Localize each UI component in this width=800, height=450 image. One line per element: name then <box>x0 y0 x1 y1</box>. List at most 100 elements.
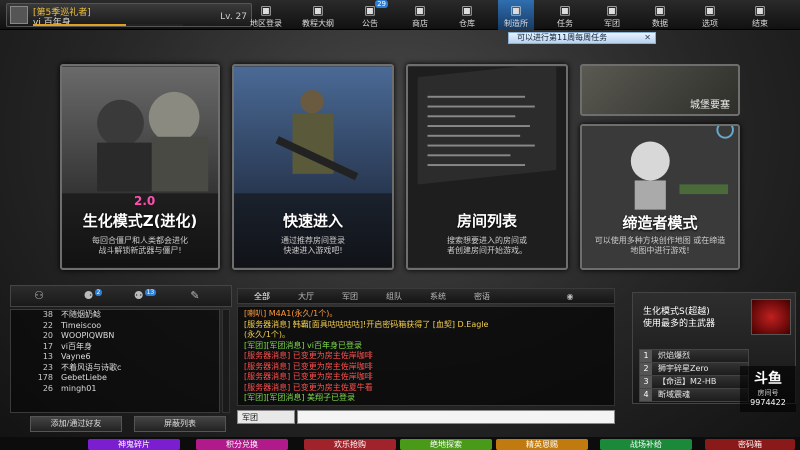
friends-list[interactable]: 38 不随烟奶鲶 22 Timeiscoo 20 WOOPIQWBN 17 vi百年身 13 Va… <box>10 309 220 413</box>
card-zombie-mode[interactable]: 2.0 生化模式Z(进化) 每回合僵尸和人类都会进化 战斗解锁新武器与僵尸! <box>60 64 220 270</box>
douyu-room-label: 房间号 <box>757 389 779 397</box>
friends-scrollbar[interactable] <box>222 309 230 413</box>
card-creator-mode[interactable]: 缔造者模式 可以使用多种方块创作地图 或在缔造地图中进行游戏! <box>580 124 740 270</box>
chat-line: [服务器消息] 已变更为房主佐岸咖啡 <box>244 351 373 360</box>
profile-panel[interactable]: [第5季巡礼者] vi 百年身 Lv. 27 <box>6 3 252 28</box>
weapon-rank-row[interactable]: 2 狮宇碎星Zero <box>639 362 749 376</box>
friend-row[interactable]: 17 vi百年身 <box>11 342 219 353</box>
nav-map[interactable]: ▣ 地区登录 <box>248 0 284 30</box>
chat-tabs: 全部 大厅 军团 组队 系统 密语 ◉ <box>237 288 615 304</box>
nav-label: 地区登录 <box>250 19 282 28</box>
player-level: Lv. 27 <box>220 12 247 22</box>
nav-warehouse[interactable]: ▣ 仓库 <box>449 0 485 30</box>
friend-level: 20 <box>42 331 53 340</box>
weapon-rank-row[interactable]: 4 断域震魂 <box>639 388 749 402</box>
tab-edit[interactable]: ✎ <box>173 289 217 305</box>
nav-label: 结束 <box>752 19 768 28</box>
chat-tab[interactable]: 密语 <box>462 290 502 304</box>
nav-megaphone[interactable]: ▣ 公告 29 <box>352 0 388 30</box>
friend-level: 38 <box>42 310 53 319</box>
weapon-rank: 3 <box>640 376 652 388</box>
task-notification[interactable]: 可以进行第11周每周任务 ✕ <box>508 32 656 44</box>
bottom-button[interactable]: 战场补给 <box>600 439 692 450</box>
friend-row[interactable]: 38 不随烟奶鲶 <box>11 310 219 321</box>
task-notification-text: 可以进行第11周每周任务 <box>517 33 608 42</box>
tab-friend-list[interactable]: ⚇ <box>17 289 61 305</box>
power-icon: ▣ <box>754 3 766 17</box>
map-card-title: 城堡要塞 <box>690 100 730 111</box>
edit-icon: ✎ <box>190 289 200 302</box>
chat-line: [军团][军团消息] 美翔子已登录 <box>244 393 356 402</box>
block-list-button[interactable]: 屏蔽列表 <box>134 416 226 432</box>
friend-name: GebetLiebe <box>61 373 107 382</box>
close-icon[interactable]: ✕ <box>644 33 651 43</box>
weapon-rank-row[interactable]: 1 炽焰爆烈 <box>639 349 749 363</box>
warehouse-icon: ▣ <box>461 3 473 17</box>
bottom-button[interactable]: 神鬼碎片 <box>88 439 180 450</box>
douyu-logo: 斗鱼 <box>754 371 782 387</box>
card-desc: 通过推荐房间登录 快速进入游戏吧! <box>281 236 345 255</box>
nav-label: 公告 <box>362 19 378 28</box>
nav-power[interactable]: ▣ 结束 <box>742 0 778 30</box>
friend-row[interactable]: 178 GebetLiebe <box>11 373 219 384</box>
nav-chart[interactable]: ▣ 数据 <box>642 0 678 30</box>
friend-row[interactable]: 22 Timeiscoo <box>11 321 219 332</box>
chat-line: [服务器消息] 韩霸[面具咕咕咕咕]!开启密码箱获得了 [血契] D.Eagle <box>244 319 489 329</box>
bottom-button[interactable]: 密码箱 <box>705 439 795 450</box>
friend-row[interactable]: 13 Vayne6 <box>11 352 219 363</box>
friend-row[interactable]: 26 mingh01 <box>11 384 219 395</box>
friend-name: Timeiscoo <box>61 320 102 330</box>
chat-tab[interactable]: 大厅 <box>286 290 326 304</box>
chat-panel: 全部 大厅 军团 组队 系统 密语 ◉ [喇叭] M4A1(永久/1个)。 [服务器消息] 韩… <box>237 288 615 436</box>
chat-line: [军团][军团消息] vi百年身已登录 <box>244 340 362 350</box>
flag-icon: ▣ <box>606 3 618 17</box>
nav-car[interactable]: ▣ 制造所 <box>498 0 534 30</box>
chat-line: [服务器消息] 已变更为房主佐岸咖啡 <box>244 361 373 371</box>
nav-task[interactable]: ▣ 任务 <box>547 0 583 30</box>
card-title: 房间列表 <box>456 212 517 230</box>
weapon-rank-row[interactable]: 3 【命运】M2-HB <box>639 375 749 389</box>
chat-tab[interactable]: 系统 <box>418 290 458 304</box>
card-room-list[interactable]: 房间列表 搜索想要进入的房间或 者创建房间开始游戏。 <box>406 64 568 270</box>
bottom-button[interactable]: 绝地探索 <box>400 439 492 450</box>
tab-friends[interactable]: ⚈ 2 <box>71 289 115 305</box>
avatar[interactable] <box>10 6 28 24</box>
clan-badge: 13 <box>144 289 157 296</box>
friend-name: 不着风语与诗歌c <box>61 362 122 372</box>
bottom-button[interactable]: 积分兑换 <box>196 439 288 450</box>
weapon-rank: 1 <box>640 350 652 362</box>
friend-name: Vayne6 <box>61 352 91 361</box>
chat-tab[interactable]: 军团 <box>330 290 370 304</box>
friend-name: mingh01 <box>61 383 97 393</box>
friend-level: 22 <box>42 320 53 330</box>
nav-label: 任务 <box>557 19 573 28</box>
nav-flag[interactable]: ▣ 军团 <box>594 0 630 30</box>
friend-row[interactable]: 23 不着风语与诗歌c <box>11 363 219 374</box>
bottom-button[interactable]: 精英恩赐 <box>496 439 588 450</box>
add-friend-button[interactable]: 添加/通过好友 <box>30 416 122 432</box>
signal-icon[interactable]: ◉ <box>550 290 590 304</box>
douyu-room-id: 9974422 <box>750 398 786 407</box>
tab-clan[interactable]: ⚉ 13 <box>123 289 167 305</box>
chat-tab[interactable]: 组队 <box>374 290 414 304</box>
nav-tv[interactable]: ▣ 商店 <box>402 0 438 30</box>
chat-line: (永久/1个)。 <box>244 330 291 339</box>
chat-tab[interactable]: 全部 <box>242 290 282 304</box>
map-card-castle[interactable]: 城堡要塞 <box>580 64 740 116</box>
card-title: 缔造者模式 <box>622 214 698 232</box>
friend-row[interactable]: 20 WOOPIQWBN <box>11 331 219 342</box>
bottom-button[interactable]: 欢乐抢购 <box>304 439 396 450</box>
chart-icon: ▣ <box>654 3 666 17</box>
chat-input[interactable] <box>297 410 615 424</box>
douyu-watermark: 斗鱼 房间号 9974422 <box>740 366 796 412</box>
nav-gear[interactable]: ▣ 选项 <box>692 0 728 30</box>
chat-channel-select[interactable]: 军团 <box>237 410 295 424</box>
car-icon: ▣ <box>510 3 522 17</box>
book-icon: ▣ <box>312 3 324 17</box>
xp-bar <box>33 24 183 26</box>
xp-fill <box>33 24 126 26</box>
friend-level: 13 <box>42 352 53 361</box>
card-quick-join[interactable]: 快速进入 通过推荐房间登录 快速进入游戏吧! <box>232 64 394 270</box>
chat-line: [喇叭] M4A1(永久/1个)。 <box>244 309 338 318</box>
nav-book[interactable]: ▣ 教程大纲 <box>300 0 336 30</box>
